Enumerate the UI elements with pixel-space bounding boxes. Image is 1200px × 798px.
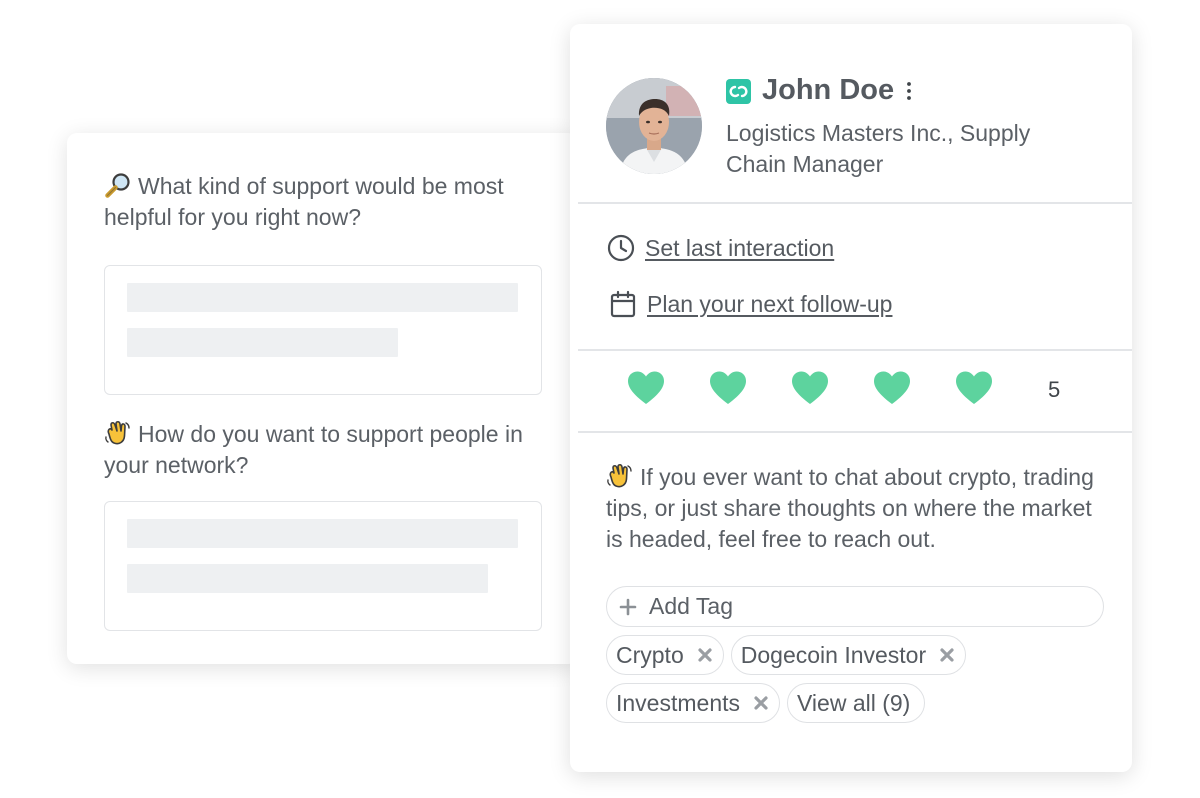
plus-icon [619, 598, 637, 615]
remove-tag-icon[interactable] [753, 695, 769, 711]
add-tag-placeholder: Add Tag [649, 593, 733, 619]
heart-icon[interactable] [626, 370, 666, 406]
divider [578, 349, 1132, 351]
questions-card: What kind of support would be most helpf… [67, 133, 578, 664]
tag-label: Investments [616, 689, 740, 716]
contact-name: John Doe [762, 74, 895, 106]
question-text: How do you want to support people in you… [104, 420, 523, 478]
tag-chip[interactable]: Investments [606, 683, 780, 723]
set-last-interaction-label[interactable]: Set last interaction [645, 235, 834, 262]
calendar-icon [610, 290, 636, 318]
answer-textarea[interactable] [104, 265, 542, 395]
contact-card: John Doe Logistics Masters Inc., Supply … [570, 24, 1132, 772]
avatar [606, 78, 702, 174]
view-all-tags-button[interactable]: View all (9) [787, 683, 926, 723]
relationship-rating[interactable] [626, 370, 1026, 410]
question-block: What kind of support would be most helpf… [104, 171, 542, 395]
brand-logo-icon [726, 79, 751, 104]
view-all-label: View all (9) [797, 689, 911, 716]
divider [578, 202, 1132, 204]
contact-company: Logistics Masters Inc., Supply Chain Man… [726, 120, 1031, 177]
profile-photo [606, 78, 702, 174]
placeholder-line [127, 564, 488, 593]
question-block: How do you want to support people in you… [104, 419, 542, 631]
answer-textarea[interactable] [104, 501, 542, 631]
tag-chip[interactable]: Crypto [606, 635, 724, 675]
heart-icon[interactable] [954, 370, 994, 406]
heart-icon[interactable] [708, 370, 748, 406]
rating-value: 5 [1048, 377, 1061, 402]
waving-hand-icon [105, 420, 130, 445]
placeholder-line [127, 519, 518, 548]
plan-follow-up-link[interactable]: Plan your next follow-up [608, 289, 892, 319]
more-options-icon[interactable] [902, 80, 916, 102]
placeholder-line [127, 283, 518, 312]
tag-chip[interactable]: Dogecoin Investor [730, 635, 967, 675]
waving-hand-icon [607, 463, 632, 488]
magnifying-glass-icon [105, 173, 130, 198]
divider [578, 431, 1132, 433]
set-last-interaction-link[interactable]: Set last interaction [606, 233, 834, 263]
clock-icon [607, 234, 635, 262]
tag-label: Dogecoin Investor [740, 641, 927, 668]
remove-tag-icon[interactable] [697, 647, 713, 663]
tag-label: Crypto [616, 641, 684, 668]
plan-follow-up-label[interactable]: Plan your next follow-up [647, 291, 892, 318]
question-text: What kind of support would be most helpf… [104, 173, 504, 230]
heart-icon[interactable] [790, 370, 830, 406]
add-tag-input[interactable]: Add Tag [606, 586, 1104, 627]
remove-tag-icon[interactable] [939, 647, 955, 663]
placeholder-line [127, 328, 398, 357]
tag-list: Crypto Dogecoin Investor Investments Vie… [606, 635, 1116, 731]
contact-note: If you ever want to chat about crypto, t… [606, 463, 1094, 552]
heart-icon[interactable] [872, 370, 912, 406]
